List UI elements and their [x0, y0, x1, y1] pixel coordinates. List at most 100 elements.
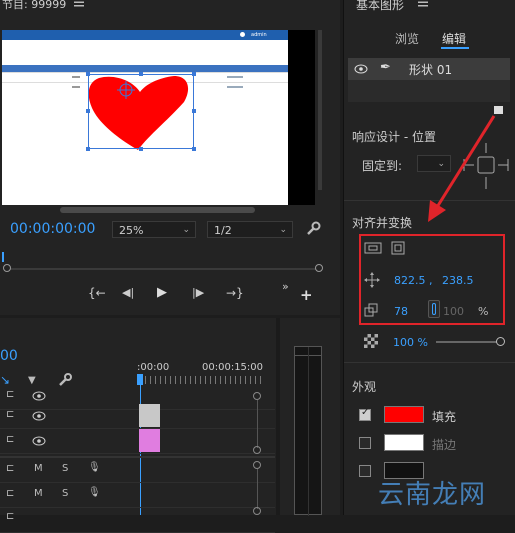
scroll-handle[interactable] — [253, 461, 261, 469]
track-output-icon[interactable]: ⊏ — [6, 488, 14, 499]
solo-button[interactable]: S — [62, 488, 68, 499]
chevron-down-icon: ⌄ — [182, 225, 190, 235]
track-row: ⊏ — [0, 404, 275, 429]
anchor-point-icon[interactable] — [117, 81, 135, 99]
horizontal-scrollbar[interactable] — [60, 207, 255, 213]
clip-graphic[interactable] — [139, 404, 160, 427]
scroll-handle[interactable] — [253, 446, 261, 454]
resolution-value: 1/2 — [214, 224, 232, 237]
align-horizontal-center-icon[interactable] — [364, 241, 382, 255]
opacity-value[interactable]: 100 % — [393, 336, 428, 349]
track-row: ⊏ — [0, 429, 275, 454]
time-ruler[interactable] — [140, 376, 262, 384]
appearance-label: 外观 — [352, 380, 377, 394]
solo-button[interactable]: S — [62, 463, 68, 474]
checkmark-icon: ✓ — [361, 407, 370, 418]
layer-name: 形状 01 — [409, 63, 453, 77]
shadow-checkbox[interactable] — [359, 465, 371, 477]
go-to-out-icon[interactable]: →} — [226, 286, 244, 300]
go-to-in-icon[interactable]: {← — [88, 286, 106, 300]
opacity-slider-track[interactable] — [436, 341, 502, 343]
resize-handle[interactable] — [139, 72, 143, 76]
fill-checkbox[interactable]: ✓ — [359, 407, 371, 421]
track-output-icon[interactable]: ⊏ — [6, 389, 14, 400]
ruler-mid-label: 00:00:15:00 — [202, 362, 264, 373]
divider — [344, 362, 515, 363]
track-output-icon[interactable]: ⊏ — [6, 511, 14, 522]
eye-icon[interactable] — [32, 411, 46, 421]
track-output-icon[interactable]: ⊏ — [6, 409, 14, 420]
step-forward-icon[interactable]: |▶ — [192, 286, 204, 299]
hamburger-icon[interactable] — [418, 0, 428, 7]
essential-graphics-panel: 基本图形 浏览 编辑 ✒ 形状 01 响应设计 - 位置 固定到: ⌄ 对齐并变… — [343, 0, 515, 515]
chevron-down-icon: ⌄ — [279, 225, 287, 235]
scroll-track[interactable] — [257, 400, 258, 448]
resize-handle[interactable] — [192, 109, 196, 113]
playhead-marker[interactable] — [2, 252, 4, 262]
letterbox — [288, 30, 315, 205]
program-monitor-panel: 节目: 99999 admin 00:00:00:00 25% ⌄ 1/2 ⌄ … — [0, 0, 340, 315]
resize-handle[interactable] — [86, 109, 90, 113]
microphone-icon[interactable]: 🎙 — [88, 462, 101, 473]
resize-handle[interactable] — [139, 147, 143, 151]
selection-bounding-box[interactable] — [88, 74, 194, 149]
more-controls-icon[interactable]: » — [282, 280, 289, 293]
tab-browse[interactable]: 浏览 — [395, 30, 419, 47]
vertical-scrollbar[interactable] — [318, 30, 322, 190]
scroll-handle[interactable] — [253, 507, 261, 515]
program-title: 节目: 99999 — [2, 0, 67, 11]
scrub-bar[interactable] — [6, 268, 320, 270]
add-button-icon[interactable]: + — [300, 286, 313, 304]
video-frame[interactable]: admin — [2, 30, 288, 205]
play-icon[interactable]: ▶ — [157, 285, 167, 300]
zoom-value: 25% — [119, 224, 144, 237]
audio-track-row: ⊏ M S 🎙 — [0, 483, 275, 508]
resize-handle[interactable] — [86, 147, 90, 151]
pen-icon: ✒ — [380, 60, 391, 75]
microphone-icon[interactable]: 🎙 — [88, 487, 101, 498]
clip-pink[interactable] — [139, 429, 160, 452]
eye-icon[interactable] — [32, 391, 46, 401]
tab-edit[interactable]: 编辑 — [442, 30, 466, 47]
track-output-icon[interactable]: ⊏ — [6, 434, 14, 445]
resize-handle[interactable] — [192, 72, 196, 76]
hamburger-icon[interactable] — [74, 0, 84, 7]
position-x-value[interactable]: 822.5 , — [394, 274, 432, 287]
mute-button[interactable]: M — [34, 488, 43, 499]
program-timecode[interactable]: 00:00:00:00 — [10, 221, 95, 237]
scrub-start-handle[interactable] — [3, 264, 11, 272]
pin-to-label: 固定到: — [362, 159, 403, 173]
wrench-icon[interactable] — [305, 221, 321, 237]
scrub-end-handle[interactable] — [315, 264, 323, 272]
panel-divider — [276, 318, 280, 515]
fill-color-swatch[interactable] — [384, 406, 424, 423]
annotation-arrow — [428, 115, 496, 222]
track-output-icon[interactable]: ⊏ — [6, 463, 14, 474]
mute-button[interactable]: M — [34, 463, 43, 474]
eye-icon[interactable] — [354, 64, 368, 74]
step-back-icon[interactable]: ◀| — [122, 286, 134, 299]
resolution-dropdown[interactable]: 1/2 ⌄ — [207, 221, 293, 238]
zoom-dropdown[interactable]: 25% ⌄ — [112, 221, 196, 238]
stroke-color-swatch[interactable] — [384, 434, 424, 451]
scale-value[interactable]: 78 — [394, 305, 408, 318]
preview-table-header — [2, 65, 288, 72]
opacity-slider-thumb[interactable] — [496, 337, 505, 346]
preview-cell — [227, 76, 243, 78]
position-y-value[interactable]: 238.5 — [442, 274, 474, 287]
timeline-timecode[interactable]: 00 — [0, 348, 18, 364]
resize-handle[interactable] — [192, 147, 196, 151]
scroll-handle[interactable] — [253, 392, 261, 400]
watermark-text: 云南龙网 — [378, 480, 487, 510]
fill-label: 填充 — [432, 410, 457, 424]
preview-cell — [72, 86, 80, 88]
layer-row[interactable]: ✒ 形状 01 — [348, 58, 510, 80]
align-vertical-center-icon[interactable] — [390, 240, 406, 256]
audio-meter — [294, 346, 322, 516]
percent-label: % — [478, 305, 489, 318]
link-toggle[interactable] — [428, 300, 440, 318]
eye-icon[interactable] — [32, 436, 46, 446]
scroll-track[interactable] — [257, 469, 258, 509]
stroke-checkbox[interactable] — [359, 437, 371, 449]
resize-handle[interactable] — [86, 72, 90, 76]
